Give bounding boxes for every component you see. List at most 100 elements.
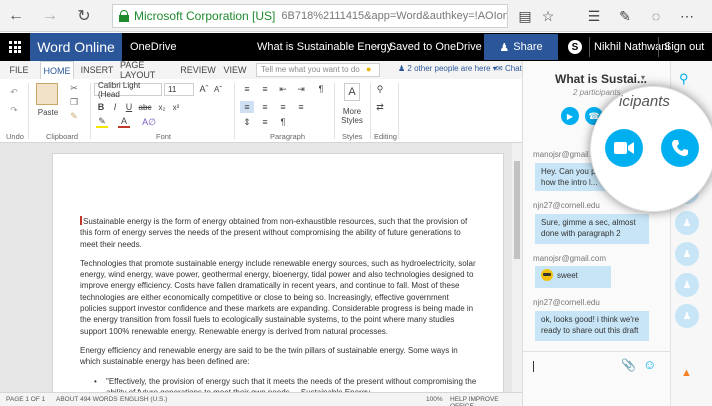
message-sender: njn27@cornell.edu <box>533 298 600 307</box>
increase-indent-icon[interactable]: ⇥ <box>294 83 308 95</box>
chat-title[interactable]: What is Sustai... <box>555 72 647 86</box>
paste-label[interactable]: Paste <box>34 107 62 117</box>
redo-icon[interactable]: ↷ <box>6 103 22 117</box>
onedrive-link[interactable]: OneDrive <box>130 41 176 53</box>
document-canvas: Sustainable energy is the form of energy… <box>0 143 522 403</box>
document-title[interactable]: What is Sustainable Energy <box>257 41 392 53</box>
bullets-icon[interactable]: ≡ <box>240 83 254 95</box>
paragraph-spacing-icon[interactable]: ≡ <box>258 116 272 128</box>
decrease-indent-icon[interactable]: ⇤ <box>276 83 290 95</box>
app-name[interactable]: Word Online <box>30 33 122 61</box>
video-camera-icon: ▶ <box>566 111 574 121</box>
video-call-button[interactable]: ▶ <box>561 107 579 125</box>
back-icon[interactable]: ← <box>4 5 28 27</box>
chevron-down-icon[interactable]: ▾ <box>641 73 645 82</box>
more-styles-label[interactable]: More Styles <box>336 105 368 127</box>
contact-avatar[interactable]: ♟ <box>675 242 699 266</box>
ltr-icon[interactable]: ¶ <box>314 83 328 95</box>
subscript-icon[interactable]: x₂ <box>156 101 168 113</box>
save-status: - Saved to OneDrive <box>376 41 482 53</box>
replace-icon[interactable]: ⇄ <box>374 101 386 113</box>
document-scrollbar[interactable] <box>512 143 522 392</box>
styles-gallery-icon[interactable]: A <box>344 83 360 101</box>
superscript-icon[interactable]: x² <box>170 101 182 113</box>
tab-review[interactable]: REVIEW <box>180 61 216 79</box>
align-center-icon[interactable]: ≡ <box>258 101 272 113</box>
font-color-icon[interactable]: A <box>118 116 130 128</box>
status-bar: PAGE 1 OF 1 ABOUT 494 WORDS ENGLISH (U.S… <box>0 392 522 406</box>
hub-icon[interactable]: ☰ <box>582 5 606 27</box>
font-size-select[interactable]: 11 <box>164 83 194 96</box>
emoticon-icon[interactable]: ☺ <box>643 357 656 372</box>
group-icon: ♟ <box>682 279 692 291</box>
scroll-thumb[interactable] <box>514 161 520 259</box>
justify-icon[interactable]: ≡ <box>294 101 308 113</box>
paragraph-3[interactable]: Energy efficiency and renewable energy a… <box>80 345 477 368</box>
cut-icon[interactable]: ✂ <box>68 83 80 93</box>
contact-avatar[interactable]: ♟ <box>675 304 699 328</box>
chat-tab[interactable]: ✉ Chat <box>496 64 522 73</box>
share-button[interactable]: ♟ Share <box>484 34 558 60</box>
tell-me-input[interactable]: Tell me what you want to do <box>256 63 380 77</box>
underline-icon[interactable]: U <box>124 101 134 113</box>
message-sender: njn27@cornell.edu <box>533 201 600 210</box>
format-painter-icon[interactable]: ✎ <box>68 111 80 121</box>
contact-avatar[interactable]: ♟ <box>675 273 699 297</box>
shrink-font-icon[interactable]: Aˇ <box>212 83 224 95</box>
web-note-icon[interactable]: ✎ <box>613 5 637 27</box>
find-icon[interactable]: ⚲ <box>374 83 386 95</box>
clear-formatting-icon[interactable]: A∅ <box>142 116 156 128</box>
notification-bell-icon[interactable]: ▲ <box>681 367 692 379</box>
feedback-link[interactable]: HELP IMPROVE OFFICE <box>450 396 522 406</box>
skype-icon: S <box>568 40 582 54</box>
group-icon: ♟ <box>682 310 692 322</box>
numbering-icon[interactable]: ≡ <box>258 83 272 95</box>
language-indicator[interactable]: ENGLISH (U.S.) <box>120 396 167 403</box>
paragraph-2[interactable]: Technologies that promote sustainable en… <box>80 258 477 337</box>
favorite-star-icon[interactable]: ☆ <box>536 5 560 27</box>
tab-insert[interactable]: INSERT <box>80 61 114 79</box>
align-left-icon[interactable]: ≡ <box>240 101 254 113</box>
collaborators-indicator[interactable]: ♟ 2 other people are here ▾ <box>398 64 497 73</box>
search-icon[interactable]: ⚲ <box>679 71 689 87</box>
tab-page-layout[interactable]: PAGE LAYOUT <box>120 60 176 80</box>
undo-icon[interactable]: ↶ <box>6 85 22 99</box>
highlight-icon[interactable]: ✎ <box>96 116 108 128</box>
skype-button[interactable]: S <box>562 34 588 60</box>
paragraph-1[interactable]: Sustainable energy is the form of energy… <box>80 216 477 250</box>
sign-out-link[interactable]: Sign out <box>664 41 704 53</box>
align-right-icon[interactable]: ≡ <box>276 101 290 113</box>
clipboard-paste-icon[interactable] <box>36 83 58 105</box>
attachment-icon[interactable]: 📎 <box>621 358 636 372</box>
contact-avatar[interactable]: ♟ <box>675 211 699 235</box>
app-launcher-icon[interactable] <box>0 33 30 61</box>
bold-icon[interactable]: B <box>96 101 106 113</box>
forward-icon[interactable]: → <box>38 5 62 27</box>
grow-font-icon[interactable]: Aˆ <box>198 83 210 95</box>
tab-file[interactable]: FILE <box>6 61 32 79</box>
browser-toolbar: ← → ↻ Microsoft Corporation [US] 6B718%2… <box>0 0 712 32</box>
share-web-icon[interactable]: ◌ <box>644 5 668 27</box>
refresh-icon[interactable]: ↻ <box>72 5 96 27</box>
chat-input[interactable]: 📎 ☺ <box>523 351 671 379</box>
copy-icon[interactable]: ❐ <box>68 97 80 107</box>
italic-icon[interactable]: I <box>110 101 120 113</box>
document-page[interactable]: Sustainable energy is the form of energy… <box>52 153 504 403</box>
group-label-editing: Editing <box>374 132 397 141</box>
zoomed-text: icipants <box>619 93 670 110</box>
font-name-select[interactable]: Calibri Light (Head <box>94 81 162 99</box>
group-label-font: Font <box>156 132 172 141</box>
tab-home[interactable]: HOME <box>40 61 74 79</box>
group-label-clipboard: Clipboard <box>46 132 79 141</box>
address-bar[interactable]: Microsoft Corporation [US] 6B718%2111415… <box>112 4 508 28</box>
line-spacing-icon[interactable]: ⇕ <box>240 116 254 128</box>
zoomed-video-call-button[interactable] <box>605 129 643 167</box>
strikethrough-icon[interactable]: abc <box>138 101 152 113</box>
more-icon[interactable]: ⋯ <box>675 5 699 27</box>
tab-view[interactable]: VIEW <box>222 61 248 79</box>
group-icon: ♟ <box>682 248 692 260</box>
zoom-level[interactable]: 100% <box>426 396 443 403</box>
rtl-icon[interactable]: ¶ <box>276 116 290 128</box>
reading-view-icon[interactable]: ▤ <box>513 5 537 27</box>
zoomed-audio-call-button[interactable] <box>661 129 699 167</box>
